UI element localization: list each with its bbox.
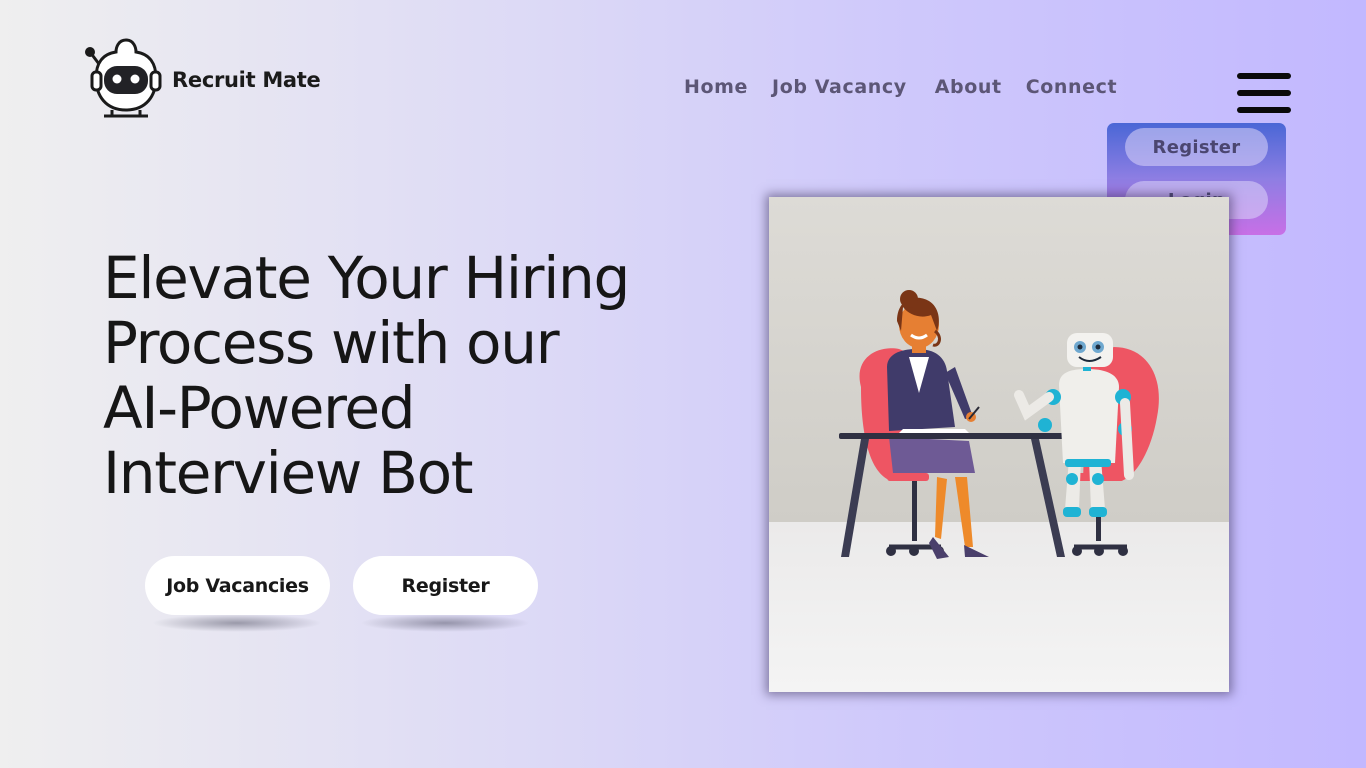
- hamburger-bar: [1237, 73, 1291, 79]
- nav-about[interactable]: About: [935, 76, 1002, 98]
- hamburger-bar: [1237, 107, 1291, 113]
- hero-title-line: Interview Bot: [103, 439, 474, 507]
- job-vacancies-button[interactable]: Job Vacancies: [145, 556, 330, 615]
- hero-title-line: Process with our: [103, 309, 560, 377]
- interview-illustration: [769, 197, 1229, 692]
- button-shadow: [360, 614, 530, 632]
- main-nav: Home Job Vacancy About Connect: [684, 76, 1141, 98]
- hamburger-bar: [1237, 90, 1291, 96]
- nav-home[interactable]: Home: [684, 76, 748, 98]
- hero-title-line: AI-Powered: [103, 374, 416, 442]
- brand-logo[interactable]: Recruit Mate: [82, 34, 321, 120]
- nav-job-vacancy[interactable]: Job Vacancy: [772, 76, 907, 98]
- nav-connect[interactable]: Connect: [1026, 76, 1117, 98]
- hero-title-line: Elevate Your Hiring: [103, 244, 630, 312]
- button-shadow: [152, 614, 322, 632]
- brand-name: Recruit Mate: [172, 68, 321, 92]
- hamburger-menu-icon[interactable]: [1237, 73, 1291, 113]
- register-button[interactable]: Register: [353, 556, 538, 615]
- hero-title: Elevate Your Hiring Process with our AI-…: [103, 246, 663, 506]
- robot-head-icon: [85, 38, 162, 118]
- dropdown-register-button[interactable]: Register: [1125, 128, 1268, 166]
- hero-illustration: [769, 197, 1229, 692]
